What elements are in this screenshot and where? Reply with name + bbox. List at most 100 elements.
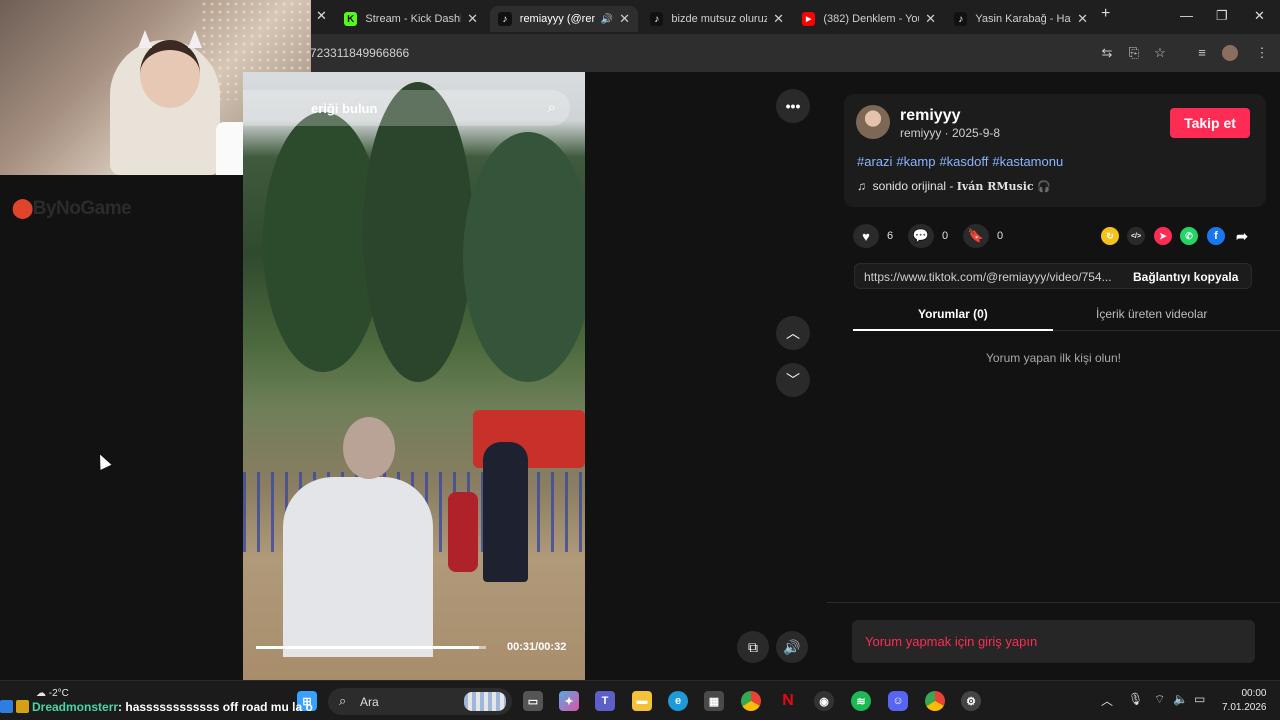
copy-link-button[interactable]: Bağlantıyı kopyala [1133, 270, 1238, 284]
send-icon[interactable]: ➤ [1154, 227, 1172, 245]
volume-icon[interactable]: 🔊 [776, 631, 808, 663]
save-stat[interactable]: 🔖 0 [963, 224, 1003, 248]
chrome-active-icon[interactable] [925, 691, 945, 711]
child-spectator [448, 492, 478, 572]
comment-stat[interactable]: 💬 0 [908, 224, 948, 248]
video-time: 00:31/00:32 [507, 641, 567, 653]
search-placeholder: eriği bulun [311, 101, 378, 116]
task-view-icon[interactable]: ▭ [523, 691, 543, 711]
app-icon[interactable]: ⚙ [961, 691, 981, 711]
close-tab-icon[interactable]: ✕ [619, 11, 630, 27]
speaker-icon[interactable]: 🔈 [1173, 692, 1188, 706]
close-tab-icon[interactable]: ✕ [773, 11, 784, 27]
file-explorer-icon[interactable]: ▬ [632, 691, 652, 711]
hashtag-link[interactable]: #kasdoff [939, 154, 988, 169]
video-link[interactable]: https://www.tiktok.com/@remiayyy/video/7… [864, 270, 1126, 284]
pip-icon[interactable]: ⧉ [737, 631, 769, 663]
translate-icon[interactable]: ⇆ [1099, 45, 1115, 61]
minimize-icon[interactable]: — [1180, 8, 1193, 23]
facebook-icon[interactable]: f [1207, 227, 1225, 245]
tiktok-icon: ♪ [498, 12, 512, 26]
maximize-icon[interactable]: ❐ [1216, 8, 1228, 24]
hashtag-link[interactable]: #arazi [857, 154, 892, 169]
search-bar[interactable]: eriği bulun ⌕ [243, 90, 570, 126]
mouse-cursor-icon [94, 452, 112, 470]
tab-comments[interactable]: Yorumlar (0) [918, 307, 988, 321]
install-icon[interactable]: ⎘ [1126, 45, 1142, 61]
spectator-foreground [283, 417, 433, 680]
hashtag-link[interactable]: #kamp [896, 154, 935, 169]
spotify-icon[interactable]: ≋ [851, 691, 871, 711]
close-tab-icon[interactable]: ✕ [1077, 11, 1088, 27]
follow-button[interactable]: Takip et [1170, 108, 1250, 138]
comment-login-box[interactable]: Yorum yapmak için giriş yapın [852, 620, 1255, 663]
bookmark-star-icon[interactable]: ☆ [1152, 45, 1168, 61]
url-text[interactable]: 723311849966866 [310, 46, 409, 60]
youtube-icon: ▶ [802, 12, 816, 26]
weather-widget[interactable]: ☁ -2°C [36, 688, 69, 699]
more-options-icon[interactable]: ••• [776, 89, 810, 123]
search-highlight-art [464, 692, 506, 711]
tab-kick-dashboard[interactable]: K Stream - Kick Dashboard ✕ [336, 6, 486, 32]
discord-icon[interactable]: ☺ [888, 691, 908, 711]
chrome-icon[interactable] [741, 691, 761, 711]
next-video-button[interactable]: ﹀ [776, 363, 810, 397]
video-player[interactable] [243, 72, 585, 680]
media-control-icon[interactable]: ≡ [1194, 45, 1210, 61]
tab-youtube[interactable]: ▶ (382) Denklem - YouTube ✕ [794, 6, 944, 32]
like-stat[interactable]: ♥ 6 [853, 224, 893, 248]
close-tab-icon[interactable]: ✕ [925, 11, 936, 27]
new-tab-icon[interactable]: + [1101, 5, 1110, 23]
chat-badge-icon [16, 700, 29, 713]
link-box: https://www.tiktok.com/@remiayyy/video/7… [854, 263, 1252, 289]
kick-icon: K [344, 12, 358, 26]
tab-tiktok-yasin[interactable]: ♪ Yasin Karabağ - Hayat ✕ [946, 6, 1096, 32]
menu-dots-icon[interactable]: ⋮ [1254, 45, 1270, 61]
video-progress-bar[interactable] [256, 646, 486, 649]
close-tab-icon[interactable]: ✕ [467, 11, 478, 27]
close-tab-icon[interactable]: ✕ [316, 8, 327, 24]
system-clock[interactable]: 00:00 7.01.2026 [1222, 687, 1267, 715]
audio-icon[interactable]: 🔊 [601, 14, 613, 25]
tiktok-icon: ♪ [954, 12, 968, 26]
cloud-icon: ☁ [36, 688, 46, 699]
head [343, 417, 395, 479]
chat-badge-icon [0, 700, 13, 713]
tiktok-icon: ♪ [650, 12, 664, 26]
hashtag-link[interactable]: #kastamonu [992, 154, 1063, 169]
store-icon[interactable]: ▦ [704, 691, 724, 711]
embed-icon[interactable]: </> [1127, 227, 1145, 245]
cat-ear-headphones [138, 30, 202, 50]
previous-video-button[interactable]: ︿ [776, 316, 810, 350]
music-note-icon: ♫ [857, 179, 866, 193]
username[interactable]: remiyyy [900, 107, 961, 125]
chevron-up-icon[interactable]: ︿ [1101, 692, 1113, 709]
user-subtitle: remiyyy · 2025-9-8 [900, 126, 1001, 140]
bynogame-logo: ⬤ByNoGame [12, 198, 132, 219]
copilot-icon[interactable]: ✦ [559, 691, 579, 711]
teams-icon[interactable]: T [595, 691, 615, 711]
whatsapp-icon[interactable]: ✆ [1180, 227, 1198, 245]
wifi-icon[interactable]: ⌔ [1154, 692, 1165, 707]
profile-avatar-icon[interactable] [1222, 45, 1238, 61]
repost-icon[interactable]: ↻ [1101, 227, 1119, 245]
netflix-icon[interactable]: N [778, 691, 798, 711]
close-window-icon[interactable]: ✕ [1254, 8, 1265, 24]
video-progress-fill [256, 646, 480, 649]
obs-icon[interactable]: ◉ [814, 691, 834, 711]
tab-tiktok-bizde[interactable]: ♪ bizde mutsuz oluruz ✕ [642, 6, 792, 32]
search-icon[interactable]: ⌕ [548, 99, 556, 116]
tab-tiktok-active[interactable]: ♪ remiayyy (@remiayyy) 🔊 ✕ [490, 6, 638, 32]
hashtags: #arazi #kamp #kasdoff #kastamonu [857, 154, 1067, 169]
tab-creator-videos[interactable]: İçerik üreten videolar [1096, 307, 1207, 321]
bynogame-mark-icon: ⬤ [12, 198, 33, 219]
comment-icon: 💬 [908, 224, 934, 248]
battery-icon[interactable]: ▭ [1194, 692, 1205, 706]
share-arrow-icon[interactable]: ➦ [1233, 227, 1251, 245]
microphone-icon[interactable]: 🎙 [1128, 692, 1143, 706]
music-info[interactable]: ♫ sonido orijinal - Iván RMusic 🎧 [857, 179, 1051, 193]
search-icon: ⌕ [339, 693, 347, 708]
edge-icon[interactable]: e [668, 691, 688, 711]
taskbar-search[interactable]: ⌕ Ara [328, 688, 512, 715]
avatar[interactable] [856, 105, 890, 139]
